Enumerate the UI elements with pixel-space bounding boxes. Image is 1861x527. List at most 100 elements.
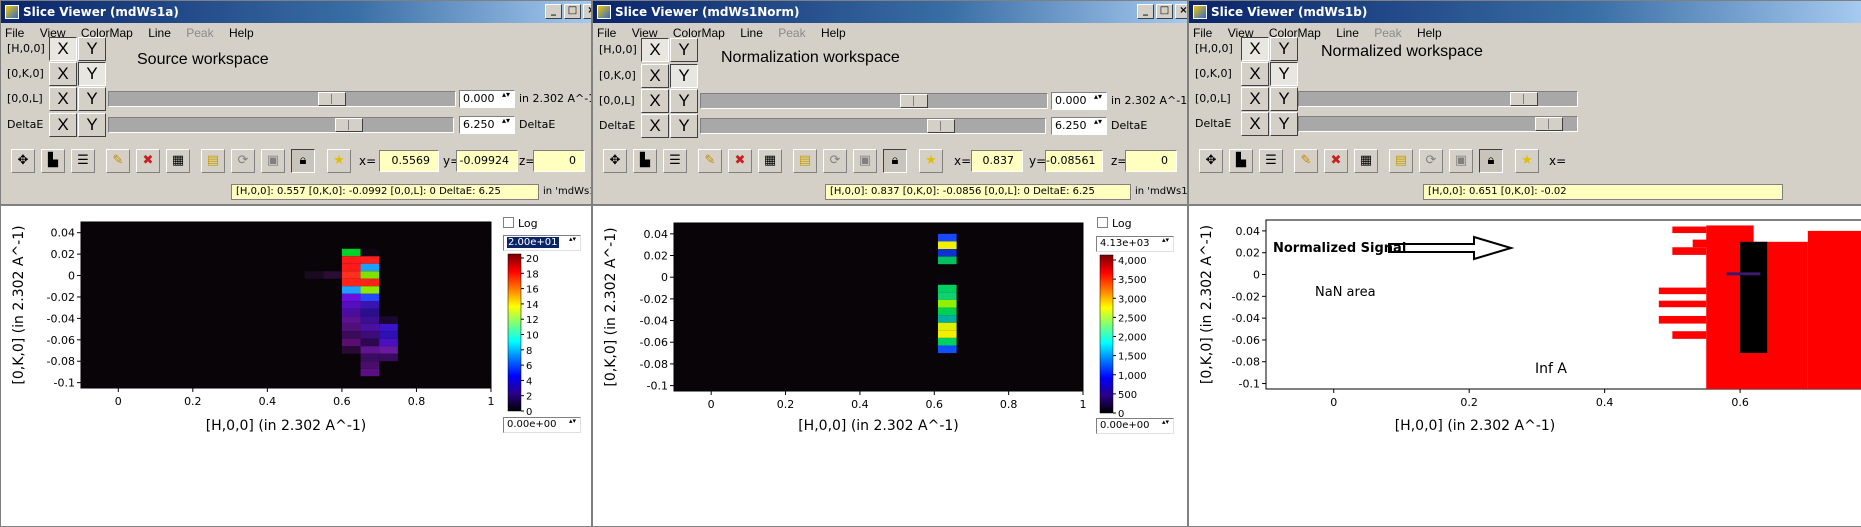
- heatmap-plot[interactable]: Normalized Signal NaN area Inf A 0 0.2 0.4 0.6…: [1189, 206, 1861, 527]
- clear-line-icon[interactable]: ✖: [136, 149, 160, 173]
- y-axis-button[interactable]: Y: [1270, 37, 1298, 61]
- heatmap-plot[interactable]: 0 0.2 0.4 0.6 0.8 1 0.04 0.02 0 -0.02 -0.04 -0.06 -0…: [593, 206, 1187, 527]
- sync-icon[interactable]: ⟳: [823, 149, 847, 173]
- peak-icon[interactable]: ▤: [1389, 149, 1413, 173]
- y-axis-button[interactable]: Y: [1270, 87, 1298, 111]
- slice-slider[interactable]: [700, 118, 1046, 134]
- sync-icon[interactable]: ⟳: [1419, 149, 1443, 173]
- colormap-min-spinbox[interactable]: 0.00e+00: [1096, 418, 1174, 434]
- maximize-button[interactable]: □: [1156, 4, 1173, 19]
- rebin-chart-icon[interactable]: ▙: [633, 149, 657, 173]
- rebin-icon[interactable]: ▣: [853, 149, 877, 173]
- x-axis-button[interactable]: X: [49, 87, 77, 111]
- line-pencil-icon[interactable]: ✎: [698, 149, 722, 173]
- colormap-max-spinbox[interactable]: 4.13e+03: [1096, 236, 1174, 252]
- checkbox-box[interactable]: [503, 217, 514, 228]
- lock-icon[interactable]: 🔒︎: [291, 149, 315, 173]
- slider-thumb[interactable]: [335, 118, 364, 132]
- slice-value-spinbox[interactable]: 0.000: [1051, 92, 1107, 110]
- maximize-button[interactable]: □: [564, 4, 581, 19]
- y-axis-button[interactable]: Y: [670, 38, 698, 62]
- slider-thumb[interactable]: [927, 119, 956, 133]
- autoscale-icon[interactable]: ☰: [71, 149, 95, 173]
- grid-icon[interactable]: ▦: [758, 149, 782, 173]
- slice-slider[interactable]: [1298, 116, 1578, 132]
- heatmap-bin: [379, 338, 398, 347]
- slice-value-spinbox[interactable]: 6.250: [459, 116, 515, 134]
- star-icon[interactable]: ★: [919, 149, 943, 173]
- log-scale-checkbox[interactable]: Log: [1097, 217, 1132, 230]
- x-axis-button[interactable]: X: [1241, 112, 1269, 136]
- slice-slider[interactable]: [1298, 91, 1578, 107]
- slider-thumb[interactable]: [317, 92, 346, 106]
- y-axis-button[interactable]: Y: [670, 64, 698, 88]
- slice-slider[interactable]: [108, 117, 454, 133]
- line-pencil-icon[interactable]: ✎: [1294, 149, 1318, 173]
- lock-icon[interactable]: 🔒︎: [883, 149, 907, 173]
- rebin-icon[interactable]: ▣: [261, 149, 285, 173]
- y-axis-button[interactable]: Y: [78, 113, 106, 137]
- grid-icon[interactable]: ▦: [1354, 149, 1378, 173]
- slice-value-spinbox[interactable]: 6.250: [1051, 117, 1107, 135]
- line-pencil-icon[interactable]: ✎: [106, 149, 130, 173]
- slider-thumb[interactable]: [900, 94, 929, 108]
- rebin-chart-icon[interactable]: ▙: [41, 149, 65, 173]
- y-axis-button[interactable]: Y: [78, 62, 106, 86]
- grid-icon[interactable]: ▦: [166, 149, 190, 173]
- y-axis-button[interactable]: Y: [1270, 112, 1298, 136]
- x-axis-button[interactable]: X: [1241, 87, 1269, 111]
- close-button[interactable]: ×: [583, 4, 591, 19]
- slice-slider[interactable]: [700, 93, 1048, 109]
- log-scale-checkbox[interactable]: Log: [503, 217, 538, 230]
- lock-icon[interactable]: 🔒︎: [1479, 149, 1503, 173]
- minimize-button[interactable]: _: [545, 4, 562, 19]
- colormap-max-spinbox[interactable]: 2.00e+01: [503, 235, 581, 251]
- star-icon[interactable]: ★: [1515, 149, 1539, 173]
- x-axis-button[interactable]: X: [49, 62, 77, 86]
- peak-icon[interactable]: ▤: [793, 149, 817, 173]
- rebin-chart-icon[interactable]: ▙: [1229, 149, 1253, 173]
- window-titlebar[interactable]: Slice Viewer (mdWs1Norm): [593, 1, 1187, 23]
- heatmap-plot[interactable]: 0 0.2 0.4 0.6 0.8 1 0.04 0.02 0 -0.02 -0.04 -0.06 -0…: [1, 206, 591, 527]
- slider-thumb[interactable]: [1534, 117, 1563, 131]
- x-axis-button[interactable]: X: [49, 37, 77, 61]
- autoscale-icon[interactable]: ☰: [1259, 149, 1283, 173]
- heatmap-bin: [360, 256, 380, 264]
- x-axis-button[interactable]: X: [1241, 37, 1269, 61]
- plot-area[interactable]: 0 0.2 0.4 0.6 0.8 1 0.04 0.02 0 -0.02 -0.04 -0.06 -0…: [1, 204, 591, 527]
- x-axis-button[interactable]: X: [641, 64, 669, 88]
- autoscale-icon[interactable]: ☰: [663, 149, 687, 173]
- y-axis-button[interactable]: Y: [670, 89, 698, 113]
- slice-slider[interactable]: [108, 91, 456, 107]
- slice-value-spinbox[interactable]: 0.000: [459, 90, 515, 108]
- plot-area[interactable]: Normalized Signal NaN area Inf A 0 0.2 0.4 0.6…: [1189, 204, 1861, 527]
- slider-thumb[interactable]: [1509, 92, 1538, 106]
- rebin-icon[interactable]: ▣: [1449, 149, 1473, 173]
- y-axis-button[interactable]: Y: [670, 114, 698, 138]
- clear-line-icon[interactable]: ✖: [1324, 149, 1348, 173]
- clear-line-icon[interactable]: ✖: [728, 149, 752, 173]
- y-axis-button[interactable]: Y: [1270, 62, 1298, 86]
- zoom-reset-icon[interactable]: ✥: [603, 149, 627, 173]
- window-titlebar[interactable]: Slice Viewer (mdWs1a): [1, 1, 591, 23]
- window-titlebar[interactable]: Slice Viewer (mdWs1b): [1189, 1, 1861, 23]
- minimize-button[interactable]: _: [1137, 4, 1154, 19]
- x-coord-readout: 0.837: [971, 150, 1023, 172]
- x-axis-button[interactable]: X: [641, 89, 669, 113]
- colormap-min-spinbox[interactable]: 0.00e+00: [503, 417, 581, 433]
- peak-icon[interactable]: ▤: [201, 149, 225, 173]
- y-axis-button[interactable]: Y: [78, 37, 106, 61]
- zoom-reset-icon[interactable]: ✥: [1199, 149, 1223, 173]
- zoom-reset-icon[interactable]: ✥: [11, 149, 35, 173]
- close-button[interactable]: ×: [1175, 4, 1187, 19]
- sync-icon[interactable]: ⟳: [231, 149, 255, 173]
- x-axis-button[interactable]: X: [49, 113, 77, 137]
- star-icon[interactable]: ★: [327, 149, 351, 173]
- plot-area[interactable]: 0 0.2 0.4 0.6 0.8 1 0.04 0.02 0 -0.02 -0.04 -0.06 -0…: [593, 204, 1187, 527]
- y-axis-button[interactable]: Y: [78, 87, 106, 111]
- x-axis-button[interactable]: X: [641, 114, 669, 138]
- x-axis-button[interactable]: X: [641, 38, 669, 62]
- checkbox-box[interactable]: [1097, 217, 1108, 228]
- x-axis-button[interactable]: X: [1241, 62, 1269, 86]
- colorbar-tick-label: 12: [526, 315, 539, 326]
